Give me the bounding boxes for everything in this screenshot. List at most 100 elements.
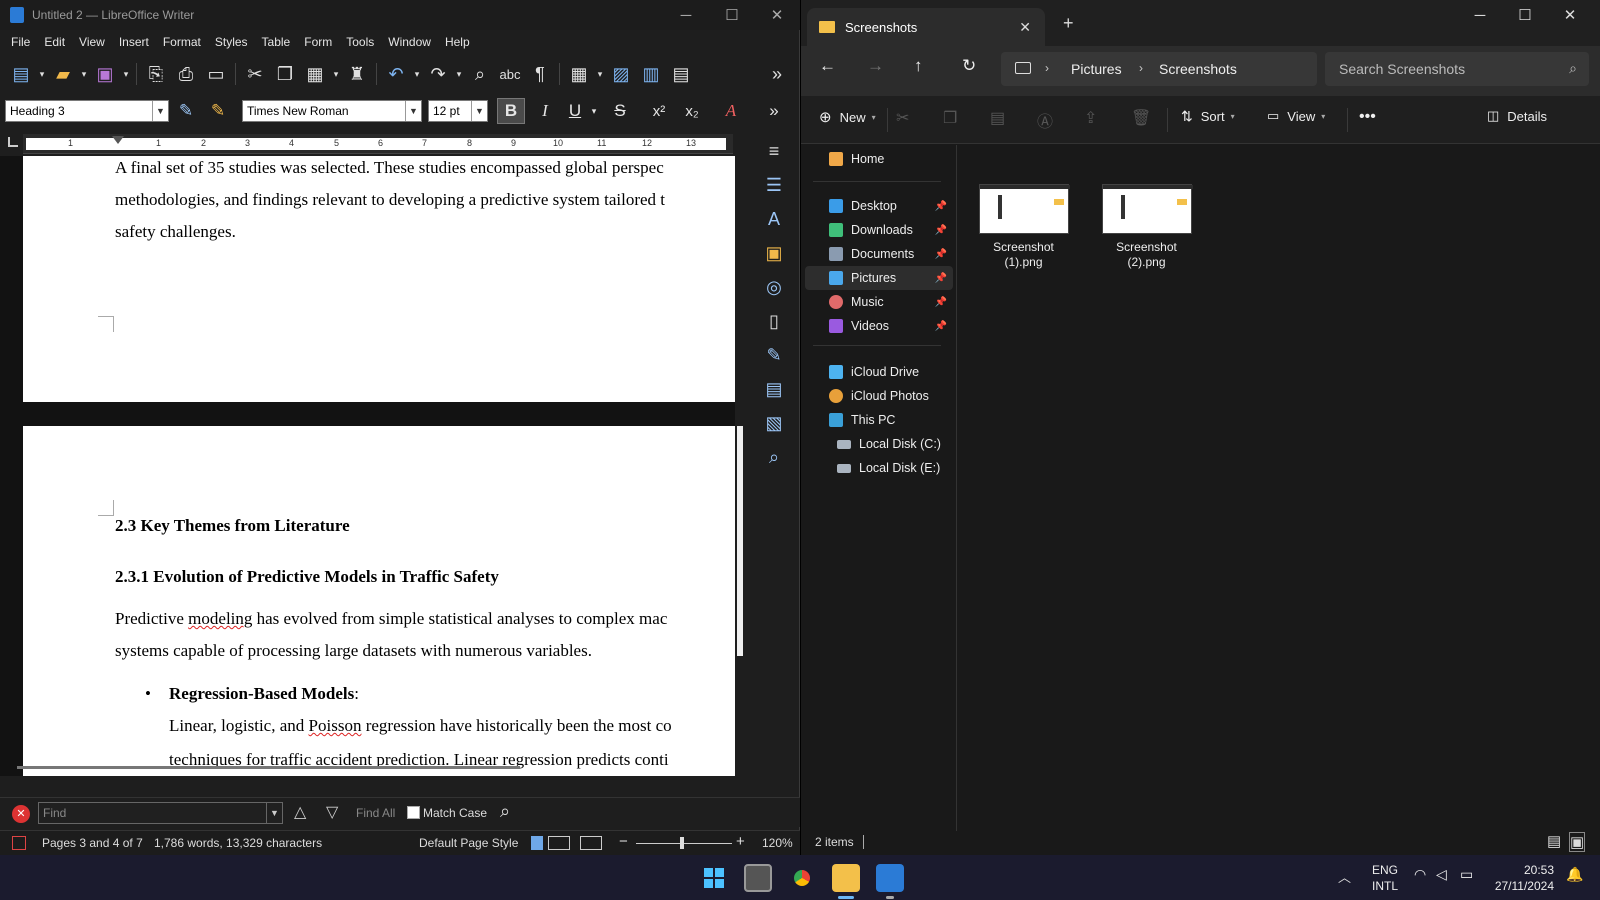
- close-button[interactable]: ✕: [754, 0, 800, 30]
- menu-insert[interactable]: Insert: [112, 35, 156, 49]
- menu-window[interactable]: Window: [381, 35, 438, 49]
- chevron-down-icon[interactable]: ▾: [594, 59, 606, 89]
- properties-icon[interactable]: ☰: [752, 168, 796, 202]
- body-text[interactable]: safety challenges.: [115, 216, 236, 248]
- chevron-down-icon[interactable]: ▼: [405, 101, 421, 121]
- close-tab-icon[interactable]: ✕: [1019, 19, 1031, 36]
- undo-icon[interactable]: ↶: [381, 59, 411, 89]
- subscript-button[interactable]: x₂: [678, 98, 706, 124]
- page-4[interactable]: 2.3 Key Themes from Literature 2.3.1 Evo…: [23, 426, 735, 776]
- horizontal-ruler[interactable]: 1 1 2 3 4 5 6 7 8 9 10 11 12 13: [23, 134, 733, 154]
- breadcrumb-pictures[interactable]: Pictures: [1071, 61, 1122, 77]
- insert-chart-icon[interactable]: ▥: [636, 59, 666, 89]
- file-list[interactable]: Screenshot (1).png Screenshot (2).png: [958, 145, 1600, 831]
- zoom-out-icon[interactable]: −: [619, 833, 628, 850]
- find-previous-icon[interactable]: △: [294, 802, 306, 822]
- copy-icon[interactable]: ❐: [943, 108, 957, 128]
- language-indicator[interactable]: ENG INTL: [1372, 862, 1398, 894]
- word-count[interactable]: 1,786 words, 13,329 characters: [154, 836, 322, 850]
- more-options-icon[interactable]: »: [762, 59, 792, 89]
- cut-icon[interactable]: ✂: [896, 108, 909, 128]
- book-view-icon[interactable]: [580, 836, 602, 850]
- font-name-select[interactable]: Times New Roman ▼: [242, 100, 422, 122]
- paragraph-style-select[interactable]: Heading 3 ▼: [5, 100, 169, 122]
- chevron-down-icon[interactable]: ▼: [152, 101, 168, 121]
- nav-home[interactable]: Home: [805, 147, 953, 171]
- view-button[interactable]: ▭ View ▾: [1267, 108, 1325, 124]
- paste-icon[interactable]: ▤: [990, 108, 1005, 128]
- styles-icon[interactable]: A: [752, 202, 796, 236]
- heading-2-3-1[interactable]: 2.3.1 Evolution of Predictive Models in …: [115, 561, 499, 593]
- export-pdf-icon[interactable]: ⎘: [141, 59, 171, 89]
- nav-this-pc[interactable]: This PC: [805, 408, 953, 432]
- breadcrumb-screenshots[interactable]: Screenshots: [1159, 61, 1237, 77]
- misspelled-word[interactable]: modeling: [188, 609, 252, 628]
- formatting-marks-icon[interactable]: ¶: [525, 59, 555, 89]
- menu-edit[interactable]: Edit: [37, 35, 72, 49]
- chevron-down-icon[interactable]: ▾: [587, 98, 601, 124]
- spellcheck-icon[interactable]: abc: [495, 59, 525, 89]
- underline-button[interactable]: U: [561, 98, 589, 124]
- file-item[interactable]: Screenshot (1).png: [976, 184, 1071, 270]
- horizontal-scrollbar[interactable]: [17, 766, 520, 769]
- print-preview-icon[interactable]: ▭: [201, 59, 231, 89]
- zoom-level[interactable]: 120%: [762, 836, 793, 850]
- zoom-in-icon[interactable]: +: [736, 833, 745, 850]
- tiles-view-icon[interactable]: ▣: [1569, 832, 1586, 852]
- italic-button[interactable]: I: [531, 98, 559, 124]
- new-button[interactable]: ⊕ New ▾: [819, 108, 876, 126]
- chevron-down-icon[interactable]: ▼: [266, 803, 282, 823]
- volume-icon[interactable]: ◁: [1436, 866, 1447, 883]
- insert-image-icon[interactable]: ▨: [606, 59, 636, 89]
- vertical-scrollbar[interactable]: [735, 156, 746, 776]
- chrome-icon[interactable]: [788, 864, 816, 892]
- tab-stop-icon[interactable]: [8, 137, 18, 147]
- update-style-icon[interactable]: ✎: [172, 98, 200, 124]
- close-find-icon[interactable]: ✕: [12, 805, 30, 823]
- body-text[interactable]: techniques for traffic accident predicti…: [169, 744, 669, 776]
- page-icon[interactable]: ▯: [752, 304, 796, 338]
- scrollbar-thumb[interactable]: [737, 426, 743, 656]
- strikethrough-button[interactable]: S: [606, 98, 634, 124]
- cut-icon[interactable]: ✂: [240, 59, 270, 89]
- nav-desktop[interactable]: Desktop 📌: [805, 194, 953, 218]
- document-modified-icon[interactable]: [12, 836, 26, 850]
- nav-local-disk-c[interactable]: Local Disk (C:): [805, 432, 953, 456]
- style-inspector-icon[interactable]: ✎: [752, 338, 796, 372]
- menu-form[interactable]: Form: [297, 35, 339, 49]
- clock[interactable]: 20:53 27/11/2024: [1494, 862, 1554, 894]
- nav-icloud-photos[interactable]: iCloud Photos: [805, 384, 953, 408]
- chevron-down-icon[interactable]: ▾: [330, 59, 342, 89]
- menu-icon[interactable]: ≡: [752, 134, 796, 168]
- new-tab-icon[interactable]: +: [1063, 13, 1074, 34]
- heading-2-3[interactable]: 2.3 Key Themes from Literature: [115, 510, 350, 542]
- design-icon[interactable]: ▧: [752, 406, 796, 440]
- document-canvas[interactable]: A final set of 35 studies was selected. …: [0, 156, 735, 776]
- insert-textbox-icon[interactable]: ▤: [666, 59, 696, 89]
- sort-button[interactable]: ⇅ Sort ▾: [1181, 108, 1235, 125]
- body-text[interactable]: Predictive modeling has evolved from sim…: [115, 603, 667, 635]
- forward-icon[interactable]: →: [867, 56, 884, 76]
- navigator-icon[interactable]: ◎: [752, 270, 796, 304]
- menu-help[interactable]: Help: [438, 35, 477, 49]
- page-count[interactable]: Pages 3 and 4 of 7: [42, 836, 143, 850]
- zoom-slider-thumb[interactable]: [680, 837, 684, 849]
- redo-icon[interactable]: ↷: [423, 59, 453, 89]
- notification-bell-icon[interactable]: 🔔: [1566, 866, 1583, 883]
- details-button[interactable]: ◫ Details: [1487, 108, 1547, 124]
- delete-icon[interactable]: 🗑: [1131, 108, 1151, 128]
- explorer-tab[interactable]: Screenshots ✕: [807, 8, 1045, 46]
- nav-documents[interactable]: Documents 📌: [805, 242, 953, 266]
- page-style[interactable]: Default Page Style: [419, 836, 518, 850]
- chevron-down-icon[interactable]: ▾: [453, 59, 465, 89]
- multi-page-view-icon[interactable]: [548, 836, 570, 850]
- insert-table-icon[interactable]: ▦: [564, 59, 594, 89]
- libreoffice-writer-icon[interactable]: [876, 864, 904, 892]
- body-text[interactable]: methodologies, and findings relevant to …: [115, 184, 665, 216]
- nav-music[interactable]: Music 📌: [805, 290, 953, 314]
- menu-file[interactable]: File: [4, 35, 37, 49]
- menu-format[interactable]: Format: [156, 35, 208, 49]
- chevron-down-icon[interactable]: ▾: [411, 59, 423, 89]
- search-input[interactable]: Search Screenshots ⌕: [1325, 52, 1589, 86]
- chevron-down-icon[interactable]: ▼: [471, 101, 487, 121]
